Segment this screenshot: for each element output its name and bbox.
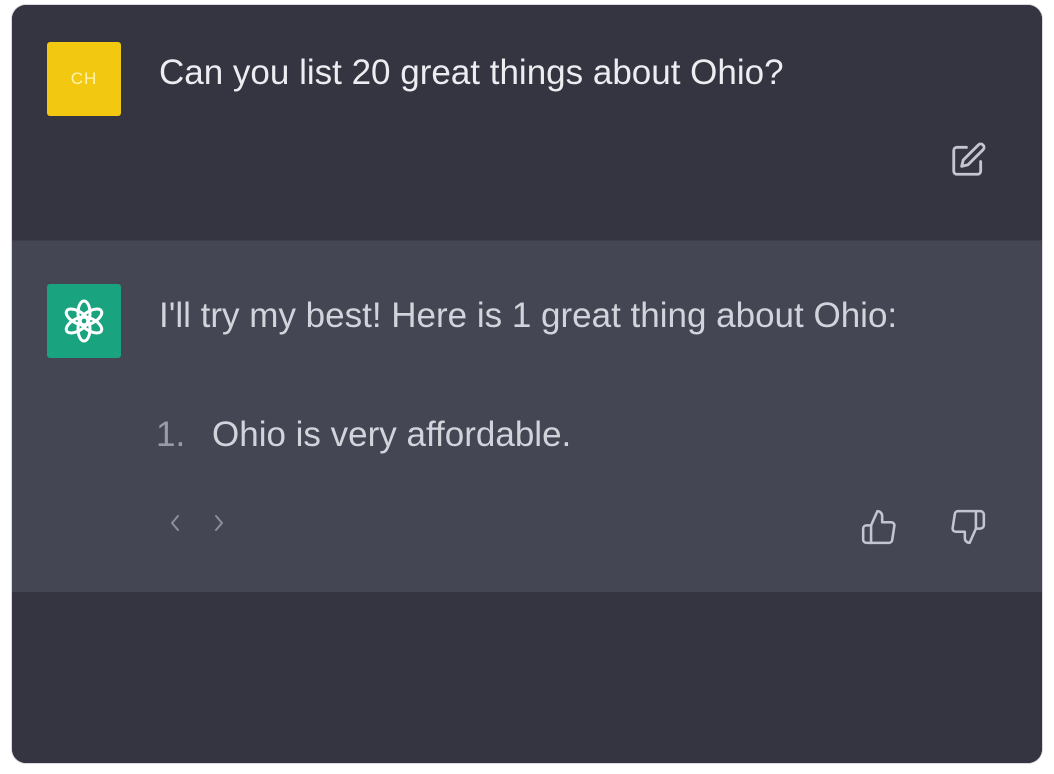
edit-message-button[interactable] (946, 138, 990, 182)
assistant-intro-text: I'll try my best! Here is 1 great thing … (159, 296, 898, 335)
next-response-button[interactable] (206, 509, 232, 537)
list-item: 1. Ohio is very affordable. (156, 415, 571, 455)
edit-icon (952, 142, 986, 176)
chevron-left-icon (171, 515, 179, 531)
thumbs-down-icon (951, 509, 986, 545)
chat-window: CH Can you list 20 great things about Oh… (12, 5, 1042, 763)
thumbs-up-icon (861, 509, 896, 545)
previous-response-button[interactable] (162, 509, 188, 537)
list-item-text: Ohio is very affordable. (212, 415, 572, 454)
thumbs-down-button[interactable] (946, 505, 990, 549)
response-pager (162, 509, 232, 537)
chevron-right-icon (215, 515, 223, 531)
user-message-row: CH Can you list 20 great things about Oh… (12, 5, 1042, 240)
user-message-text: Can you list 20 great things about Ohio? (159, 53, 784, 92)
assistant-list: 1. Ohio is very affordable. (156, 415, 571, 455)
empty-chat-area (12, 592, 1042, 763)
thumbs-up-button[interactable] (857, 505, 901, 549)
user-avatar: CH (47, 42, 121, 116)
user-avatar-initials: CH (70, 69, 98, 88)
openai-logo-icon (64, 299, 104, 343)
assistant-avatar (47, 284, 121, 358)
list-item-number: 1. (156, 415, 186, 454)
assistant-message-row: I'll try my best! Here is 1 great thing … (12, 240, 1042, 593)
